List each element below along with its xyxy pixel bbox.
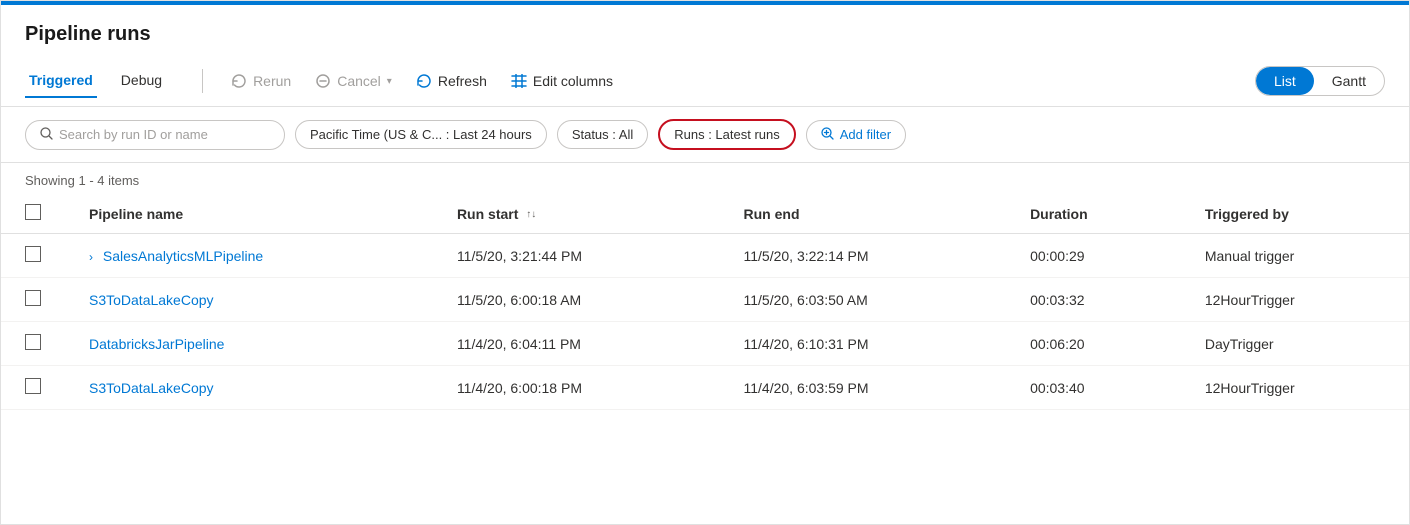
row-2-pipeline-name-cell: S3ToDataLakeCopy <box>65 278 433 322</box>
row-3-run-end: 11/4/20, 6:10:31 PM <box>720 322 1007 366</box>
search-placeholder: Search by run ID or name <box>59 127 208 142</box>
sort-icon[interactable]: ↑↓ <box>526 210 536 220</box>
row-1-checkbox-cell <box>1 234 65 278</box>
row-1-duration: 00:00:29 <box>1006 234 1181 278</box>
search-filter-icon <box>40 127 53 143</box>
rerun-icon <box>231 73 247 89</box>
cancel-label: Cancel <box>337 73 381 89</box>
pipeline-runs-container: Pipeline runs Triggered Debug Rerun <box>0 0 1410 525</box>
runs-filter[interactable]: Runs : Latest runs <box>658 119 796 150</box>
col-header-run-start: Run start ↑↓ <box>433 194 720 234</box>
row-1-expander[interactable]: › <box>89 250 93 264</box>
tab-group: Triggered Debug <box>25 64 186 98</box>
row-4-checkbox[interactable] <box>25 378 41 394</box>
toolbar: Triggered Debug Rerun Cancel ▾ <box>1 56 1409 107</box>
row-1-pipeline-link[interactable]: SalesAnalyticsMLPipeline <box>103 248 263 264</box>
row-4-run-start: 11/4/20, 6:00:18 PM <box>433 366 720 410</box>
row-3-duration: 00:06:20 <box>1006 322 1181 366</box>
row-4-checkbox-cell <box>1 366 65 410</box>
col-header-pipeline-name: Pipeline name <box>65 194 433 234</box>
add-filter-label: Add filter <box>840 127 891 142</box>
tab-triggered[interactable]: Triggered <box>25 64 97 98</box>
edit-columns-icon <box>511 74 527 88</box>
refresh-icon <box>416 73 432 89</box>
filter-bar: Search by run ID or name Pacific Time (U… <box>1 107 1409 163</box>
row-1-run-start: 11/5/20, 3:21:44 PM <box>433 234 720 278</box>
pipeline-runs-table: Pipeline name Run start ↑↓ Run end Durat… <box>1 194 1409 410</box>
row-3-checkbox[interactable] <box>25 334 41 350</box>
col-run-start-label: Run start <box>457 206 518 222</box>
runs-filter-label: Runs : Latest runs <box>674 127 780 142</box>
row-4-pipeline-name-cell: S3ToDataLakeCopy <box>65 366 433 410</box>
page-title: Pipeline runs <box>1 5 1409 56</box>
toolbar-divider <box>202 69 203 93</box>
gantt-view-button[interactable]: Gantt <box>1314 67 1384 95</box>
edit-columns-button[interactable]: Edit columns <box>499 67 625 95</box>
row-3-run-start: 11/4/20, 6:04:11 PM <box>433 322 720 366</box>
refresh-label: Refresh <box>438 73 487 89</box>
row-3-pipeline-name-cell: DatabricksJarPipeline <box>65 322 433 366</box>
row-1-pipeline-name-cell: › SalesAnalyticsMLPipeline <box>65 234 433 278</box>
row-1-checkbox[interactable] <box>25 246 41 262</box>
time-filter[interactable]: Pacific Time (US & C... : Last 24 hours <box>295 120 547 149</box>
table-row: S3ToDataLakeCopy 11/5/20, 6:00:18 AM 11/… <box>1 278 1409 322</box>
row-2-run-start: 11/5/20, 6:00:18 AM <box>433 278 720 322</box>
row-2-run-end: 11/5/20, 6:03:50 AM <box>720 278 1007 322</box>
row-2-checkbox[interactable] <box>25 290 41 306</box>
table-row: S3ToDataLakeCopy 11/4/20, 6:00:18 PM 11/… <box>1 366 1409 410</box>
table-row: › SalesAnalyticsMLPipeline 11/5/20, 3:21… <box>1 234 1409 278</box>
col-header-checkbox <box>1 194 65 234</box>
status-filter[interactable]: Status : All <box>557 120 648 149</box>
search-filter[interactable]: Search by run ID or name <box>25 120 285 150</box>
showing-count: Showing 1 - 4 items <box>1 163 1409 194</box>
row-3-triggered-by: DayTrigger <box>1181 322 1409 366</box>
row-4-duration: 00:03:40 <box>1006 366 1181 410</box>
add-filter-button[interactable]: Add filter <box>806 120 906 150</box>
row-1-triggered-by: Manual trigger <box>1181 234 1409 278</box>
row-2-triggered-by: 12HourTrigger <box>1181 278 1409 322</box>
rerun-button[interactable]: Rerun <box>219 67 303 95</box>
row-2-checkbox-cell <box>1 278 65 322</box>
rerun-label: Rerun <box>253 73 291 89</box>
table-row: DatabricksJarPipeline 11/4/20, 6:04:11 P… <box>1 322 1409 366</box>
view-toggle: List Gantt <box>1255 66 1385 96</box>
row-3-checkbox-cell <box>1 322 65 366</box>
row-2-pipeline-link[interactable]: S3ToDataLakeCopy <box>89 292 214 308</box>
add-filter-icon <box>821 127 834 143</box>
table-header-row: Pipeline name Run start ↑↓ Run end Durat… <box>1 194 1409 234</box>
row-4-pipeline-link[interactable]: S3ToDataLakeCopy <box>89 380 214 396</box>
cancel-button[interactable]: Cancel ▾ <box>303 67 404 95</box>
status-filter-label: Status : All <box>572 127 633 142</box>
time-filter-label: Pacific Time (US & C... : Last 24 hours <box>310 127 532 142</box>
refresh-button[interactable]: Refresh <box>404 67 499 95</box>
row-2-duration: 00:03:32 <box>1006 278 1181 322</box>
cancel-icon <box>315 73 331 89</box>
row-3-pipeline-link[interactable]: DatabricksJarPipeline <box>89 336 224 352</box>
row-1-run-end: 11/5/20, 3:22:14 PM <box>720 234 1007 278</box>
select-all-checkbox[interactable] <box>25 204 41 220</box>
tab-debug[interactable]: Debug <box>117 64 166 98</box>
edit-columns-label: Edit columns <box>533 73 613 89</box>
cancel-dropdown-icon: ▾ <box>387 76 392 87</box>
row-4-triggered-by: 12HourTrigger <box>1181 366 1409 410</box>
row-4-run-end: 11/4/20, 6:03:59 PM <box>720 366 1007 410</box>
col-header-run-end: Run end <box>720 194 1007 234</box>
list-view-button[interactable]: List <box>1256 67 1314 95</box>
col-header-duration: Duration <box>1006 194 1181 234</box>
col-header-triggered-by: Triggered by <box>1181 194 1409 234</box>
